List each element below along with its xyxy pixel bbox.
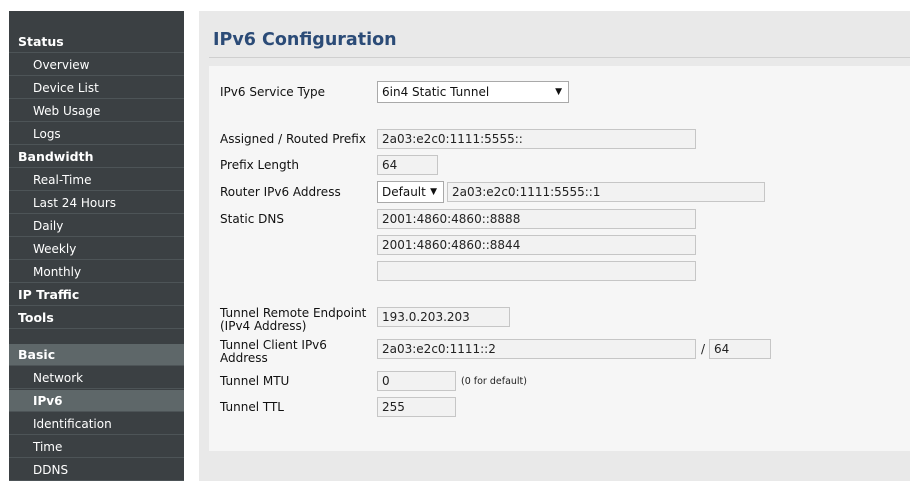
nav-item-weekly[interactable]: Weekly [9,238,184,260]
nav-section-tools[interactable]: Tools [9,307,184,329]
prefix-length-input[interactable]: 64 [377,155,438,175]
prefix-length-label: Prefix Length [220,158,299,172]
static-dns-2-input[interactable]: 2001:4860:4860::8844 [377,235,696,255]
remote-endpoint-input[interactable]: 193.0.203.203 [377,307,510,327]
main-panel: IPv6 Configuration IPv6 Service Type 6in… [199,11,910,481]
service-type-value: 6in4 Static Tunnel [382,85,490,99]
mtu-hint: (0 for default) [461,376,527,387]
router-address-input[interactable]: 2a03:e2c0:1111:5555::1 [447,182,765,202]
chevron-down-icon: ▼ [430,187,437,197]
nav-item-time[interactable]: Time [9,436,184,458]
static-dns-label: Static DNS [220,212,284,226]
nav-item-real-time[interactable]: Real-Time [9,169,184,191]
sidebar: Status Overview Device List Web Usage Lo… [9,11,184,481]
nav-section-ip-traffic[interactable]: IP Traffic [9,284,184,306]
nav-item-monthly[interactable]: Monthly [9,261,184,283]
title-divider [209,57,910,58]
client-address-sublabel: Address [220,351,268,365]
mtu-label: Tunnel MTU [220,374,290,388]
nav-item-device-list[interactable]: Device List [9,77,184,99]
ipv6-settings-form: IPv6 Service Type 6in4 Static Tunnel ▼ A… [209,66,910,451]
nav-item-daily[interactable]: Daily [9,215,184,237]
service-type-select[interactable]: 6in4 Static Tunnel ▼ [377,81,569,103]
prefix-separator: / [701,342,706,356]
client-address-input[interactable]: 2a03:e2c0:1111::2 [377,339,696,359]
service-type-label: IPv6 Service Type [220,85,326,99]
nav-item-logs[interactable]: Logs [9,123,184,145]
nav-item-ipv6[interactable]: IPv6 [9,390,184,412]
router-address-mode-value: Default [382,185,426,199]
mtu-input[interactable]: 0 [377,371,456,391]
static-dns-3-input[interactable] [377,261,696,281]
nav-item-network[interactable]: Network [9,367,184,389]
ttl-input[interactable]: 255 [377,397,456,417]
chevron-down-icon: ▼ [555,87,562,97]
static-dns-1-input[interactable]: 2001:4860:4860::8888 [377,209,696,229]
router-address-mode-select[interactable]: Default ▼ [377,181,444,203]
ttl-label: Tunnel TTL [220,400,284,414]
nav-item-last-24-hours[interactable]: Last 24 Hours [9,192,184,214]
nav-section-basic[interactable]: Basic [9,344,184,366]
router-address-label: Router IPv6 Address [220,185,341,199]
prefix-label: Assigned / Routed Prefix [220,132,366,146]
nav-item-overview[interactable]: Overview [9,54,184,76]
nav-item-web-usage[interactable]: Web Usage [9,100,184,122]
prefix-input[interactable]: 2a03:e2c0:1111:5555:: [377,129,696,149]
remote-endpoint-sublabel: (IPv4 Address) [220,319,307,333]
page-title: IPv6 Configuration [213,30,397,50]
nav-section-status[interactable]: Status [9,31,184,53]
nav-item-ddns[interactable]: DDNS [9,459,184,481]
nav-section-bandwidth[interactable]: Bandwidth [9,146,184,168]
client-prefix-input[interactable]: 64 [709,339,771,359]
nav-item-identification[interactable]: Identification [9,413,184,435]
